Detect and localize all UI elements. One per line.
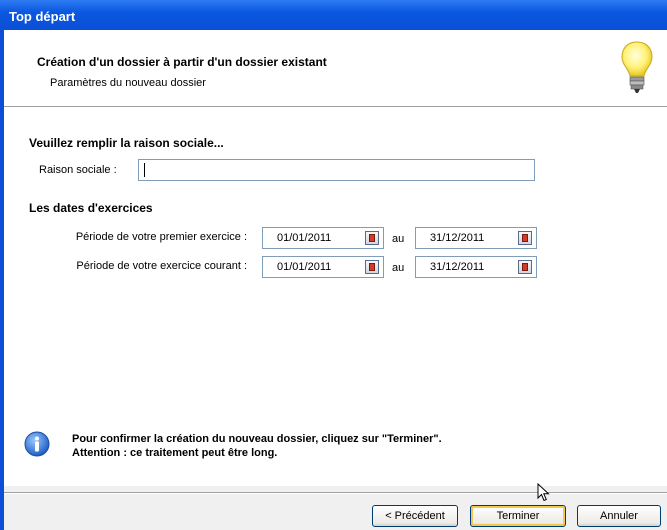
window-title: Top départ bbox=[9, 9, 76, 24]
calendar-icon[interactable] bbox=[518, 231, 532, 245]
premier-exercice-end-date[interactable]: 31/12/2011 bbox=[415, 227, 537, 249]
exercice-courant-label: Période de votre exercice courant : bbox=[76, 260, 247, 272]
previous-button[interactable]: < Précédent bbox=[372, 505, 458, 527]
calendar-icon[interactable] bbox=[365, 231, 379, 245]
exercice-courant-end-date[interactable]: 31/12/2011 bbox=[415, 256, 537, 278]
raison-sociale-input[interactable] bbox=[138, 159, 535, 181]
lightbulb-icon bbox=[621, 41, 653, 93]
premier-exercice-label: Période de votre premier exercice : bbox=[75, 231, 247, 243]
cancel-button[interactable]: Annuler bbox=[577, 505, 661, 527]
info-line-1: Pour confirmer la création du nouveau do… bbox=[72, 433, 442, 445]
premier-exercice-start-date[interactable]: 01/01/2011 bbox=[262, 227, 384, 249]
window-titlebar: Top départ bbox=[0, 0, 667, 30]
finish-button[interactable]: Terminer bbox=[470, 505, 566, 527]
calendar-icon[interactable] bbox=[365, 260, 379, 274]
calendar-icon[interactable] bbox=[518, 260, 532, 274]
text-caret bbox=[144, 163, 145, 177]
raison-section-title: Veuillez remplir la raison sociale... bbox=[29, 136, 224, 150]
info-message: Pour confirmer la création du nouveau do… bbox=[72, 432, 442, 460]
date-value: 31/12/2011 bbox=[430, 261, 485, 273]
exercice-courant-start-date[interactable]: 01/01/2011 bbox=[262, 256, 384, 278]
header-subtitle: Paramètres du nouveau dossier bbox=[50, 77, 206, 89]
mouse-cursor-icon bbox=[537, 483, 550, 502]
date-value: 01/01/2011 bbox=[277, 261, 332, 273]
date-separator: au bbox=[392, 233, 405, 245]
info-line-2: Attention : ce traitement peut être long… bbox=[72, 447, 278, 459]
wizard-header: Création d'un dossier à partir d'un doss… bbox=[4, 30, 667, 107]
date-value: 31/12/2011 bbox=[430, 232, 485, 244]
info-icon bbox=[24, 431, 50, 457]
date-separator: au bbox=[392, 262, 405, 274]
header-title: Création d'un dossier à partir d'un doss… bbox=[37, 55, 327, 69]
wizard-page: Veuillez remplir la raison sociale... Ra… bbox=[4, 107, 667, 486]
date-value: 01/01/2011 bbox=[277, 232, 332, 244]
footer-separator bbox=[4, 492, 667, 494]
dates-section-title: Les dates d'exercices bbox=[29, 201, 153, 215]
wizard-dialog: Création d'un dossier à partir d'un doss… bbox=[4, 30, 667, 530]
raison-sociale-label: Raison sociale : bbox=[39, 164, 117, 176]
